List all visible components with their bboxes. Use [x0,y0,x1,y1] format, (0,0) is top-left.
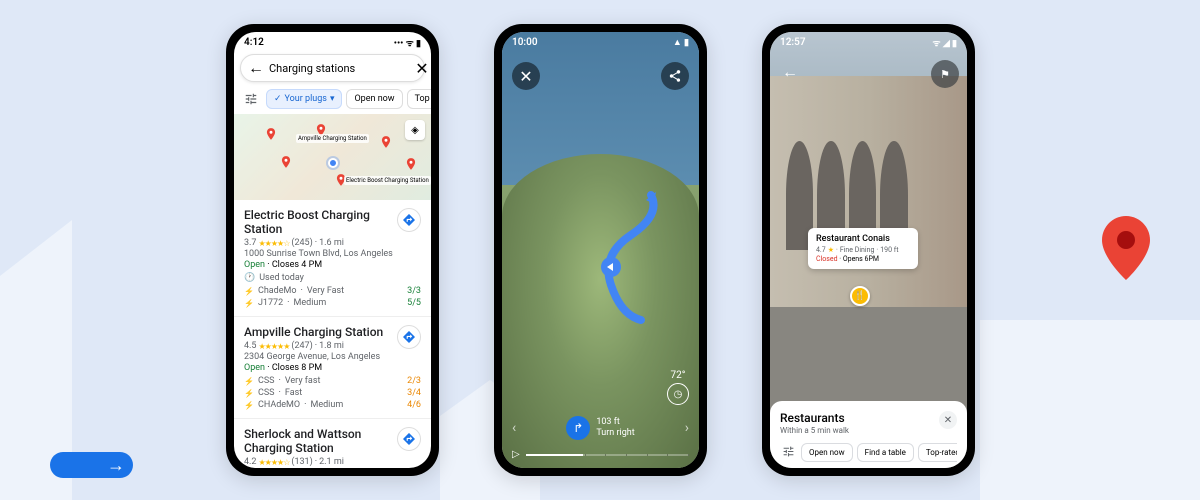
route-path [591,185,671,325]
report-button[interactable]: ⚑ [931,60,959,88]
directions-button[interactable] [397,427,421,451]
results-list[interactable]: Electric Boost Charging Station 3.7 ★★★★… [234,200,431,468]
result-title: Electric Boost Charging Station [244,208,421,236]
tune-icon[interactable] [780,445,797,461]
phone-immersive-view: 10:00 ▲ ▮ ✕ 72° ◷ ‹ ↱ 103 ft Turn right … [494,24,707,476]
bolt-icon: ⚡ [244,401,254,410]
plug-row: ⚡CSS · Fast3/4 [244,388,421,398]
directions-button[interactable] [397,325,421,349]
bolt-icon: ⚡ [244,389,254,398]
status-time: 10:00 [512,37,538,48]
nav-instruction-bar: ‹ ↱ 103 ft Turn right › [502,416,699,440]
status-bar: 10:00 ▲ ▮ [502,32,699,52]
plug-row: ⚡CHAdeMO · Medium4/6 [244,400,421,410]
sheet-subtitle: Within a 5 min walk [780,426,849,435]
directions-button[interactable] [397,208,421,232]
clock-icon: ◷ [667,383,689,405]
restaurant-pin-icon[interactable]: 🍴 [850,286,870,306]
progress-bar[interactable]: ▷ [512,449,689,460]
result-hours: Open · Closes 4 PM [244,260,421,270]
play-icon[interactable]: ▷ [512,449,520,460]
share-button[interactable] [661,62,689,90]
clear-icon[interactable]: ✕ [415,61,429,75]
place-hours: Closed · Opens 6PM [816,255,910,263]
bolt-icon: ⚡ [244,287,254,296]
close-button[interactable]: ✕ [512,62,540,90]
result-hours: Open · Closes 8 PM [244,363,421,373]
map-view[interactable]: ◈ Ampville Charging Station Electric Boo… [234,114,431,200]
result-item[interactable]: Ampville Charging Station 4.5 ★★★★★ (247… [234,317,431,419]
plug-row: ⚡J1772 · Medium5/5 [244,298,421,308]
decorative-arrow [50,452,133,478]
result-item[interactable]: Sherlock and Wattson Charging Station 4.… [234,419,431,468]
result-rating-row: 4.5 ★★★★★ (247) · 1.8 mi [244,341,421,351]
status-icons: ▲ ▮ [673,37,689,48]
result-address: 2304 George Avenue, Los Angeles [244,352,421,362]
prev-step-button[interactable]: ‹ [512,420,516,436]
current-location-dot [328,158,338,168]
chip-find-table[interactable]: Find a table [857,443,914,462]
place-name: Restaurant Conais [816,234,910,244]
weather-widget[interactable]: 72° ◷ [667,370,689,405]
status-bar: 12:57 ᯤ ◢ ▮ [770,32,967,52]
status-bar: 4:12 ••• ᯤ ▮ [234,32,431,52]
result-address: 1000 Sunrise Town Blvd, Los Angeles [244,249,421,259]
decorative-pin [1102,216,1150,280]
phone-maps-search: 4:12 ••• ᯤ ▮ ← ✕ 🎤 ✓ Your plugs ▾ Open n… [226,24,439,476]
clock-icon: 🕐 [244,273,255,283]
chip-top-rated[interactable]: Top rated [407,89,431,109]
next-step-button[interactable]: › [685,420,689,436]
nav-instruction: Turn right [596,428,634,439]
tune-icon[interactable] [240,88,262,110]
bolt-icon: ⚡ [244,299,254,308]
sheet-close-button[interactable]: ✕ [939,411,957,429]
sheet-title: Restaurants [780,411,849,425]
chip-open-now[interactable]: Open now [801,443,853,462]
result-title: Ampville Charging Station [244,325,421,339]
search-bar[interactable]: ← ✕ 🎤 [240,54,425,82]
filter-chip-row: ✓ Your plugs ▾ Open now Top rated [234,84,431,114]
plug-row: ⚡CSS · Very fast2/3 [244,376,421,386]
status-time: 4:12 [244,37,264,48]
result-rating-row: 4.2 ★★★★☆ (131) · 2.1 mi [244,457,421,467]
layers-icon[interactable]: ◈ [405,120,425,140]
status-icons: ᯤ ◢ ▮ [932,36,957,49]
result-rating-row: 3.7 ★★★★☆ (245) · 1.6 mi [244,238,421,248]
status-icons: ••• ᯤ ▮ [394,36,421,49]
nav-distance: 103 ft [596,417,634,428]
chip-top-rated[interactable]: Top-rated [918,443,957,462]
back-icon[interactable]: ← [249,61,263,75]
turn-right-icon: ↱ [566,416,590,440]
map-pin-label: Electric Boost Charging Station [344,176,431,185]
back-button[interactable]: ← [778,60,802,84]
chip-your-plugs[interactable]: ✓ Your plugs ▾ [266,89,342,109]
result-item[interactable]: Electric Boost Charging Station 3.7 ★★★★… [234,200,431,317]
map-pin-label: Ampville Charging Station [296,134,369,143]
sheet-chip-row: Open now Find a table Top-rated More [780,443,957,462]
place-info-card[interactable]: Restaurant Conais 4.7★ · Fine Dining · 1… [808,228,918,269]
result-title: Sherlock and Wattson Charging Station [244,427,421,455]
search-input[interactable] [269,62,409,75]
status-time: 12:57 [780,37,806,48]
bottom-sheet[interactable]: Restaurants Within a 5 min walk ✕ Open n… [770,401,967,468]
used-today: 🕐Used today [244,273,421,283]
place-meta: 4.7★ · Fine Dining · 190 ft [816,246,910,254]
phone-lens-ar: 12:57 ᯤ ◢ ▮ ← ⚑ Restaurant Conais 4.7★ ·… [762,24,975,476]
plug-row: ⚡ChadeMo · Very Fast3/3 [244,286,421,296]
chip-open-now[interactable]: Open now [346,89,402,109]
bolt-icon: ⚡ [244,377,254,386]
